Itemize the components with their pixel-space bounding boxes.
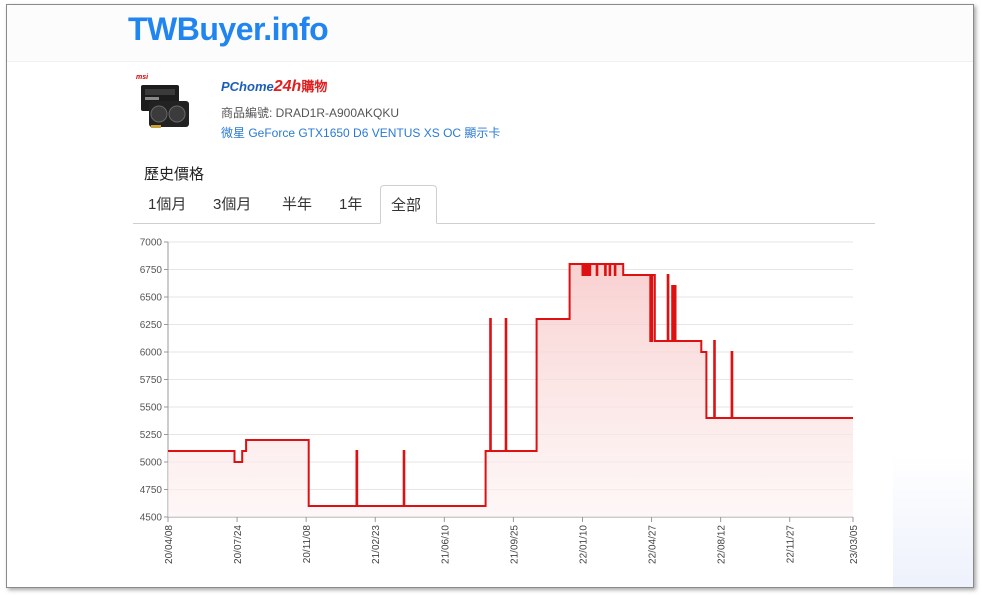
x-tick-label: 21/06/10 <box>440 525 451 564</box>
x-tick-label: 20/11/08 <box>302 525 313 564</box>
y-tick-label: 6000 <box>140 348 163 359</box>
y-tick-label: 4750 <box>140 485 163 496</box>
page-frame: TWBuyer.info msi PChome24h購物 商品編號: DRAD1… <box>6 4 974 588</box>
y-tick-label: 5750 <box>140 375 163 386</box>
y-tick-label: 6500 <box>140 293 163 304</box>
x-tick-label: 22/08/12 <box>717 525 728 564</box>
x-tick-label: 21/09/25 <box>509 525 520 564</box>
x-tick-label: 21/02/23 <box>371 525 382 564</box>
y-tick-label: 6750 <box>140 265 163 276</box>
y-tick-label: 4500 <box>140 513 163 524</box>
y-tick-label: 5000 <box>140 458 163 469</box>
x-tick-label: 22/01/10 <box>578 525 589 564</box>
x-tick-label: 20/04/08 <box>164 525 175 564</box>
y-tick-label: 7000 <box>140 238 163 249</box>
y-tick-label: 5250 <box>140 430 163 441</box>
y-tick-label: 6250 <box>140 320 163 331</box>
price-area <box>168 264 853 517</box>
x-tick-label: 23/03/05 <box>849 525 860 564</box>
price-chart: 4500 4750 5000 5250 5500 5750 6000 6250 6500 6750… <box>140 238 860 564</box>
y-tick-label: 5500 <box>140 403 163 414</box>
x-tick-label: 20/07/24 <box>233 525 244 564</box>
x-tick-label: 22/11/27 <box>786 525 797 564</box>
x-tick-label: 22/04/27 <box>648 525 659 564</box>
background-fade <box>893 455 973 587</box>
